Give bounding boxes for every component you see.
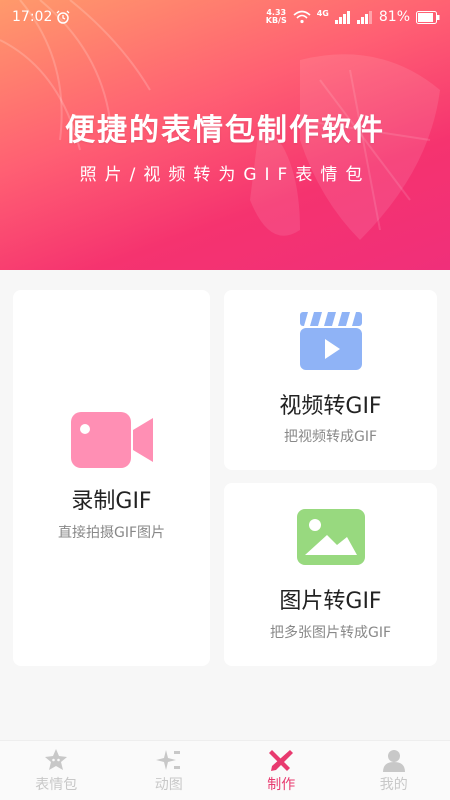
network-speed: 4.33 KB/S — [265, 8, 287, 25]
battery-icon — [416, 10, 440, 24]
video-to-gif-card[interactable]: 视频转GIF 把视频转成GIF — [224, 290, 437, 470]
tab-mine[interactable]: 我的 — [338, 741, 450, 800]
tab-make-label: 制作 — [267, 776, 296, 793]
tab-stickers[interactable]: 表情包 — [0, 741, 113, 800]
image-icon — [296, 509, 365, 565]
battery-percent: 81% — [378, 9, 410, 25]
tab-mine-label: 我的 — [379, 776, 408, 793]
image-to-gif-desc: 把多张图片转成GIF — [269, 625, 392, 641]
video-clapper-icon — [299, 312, 362, 370]
video-to-gif-desc: 把视频转成GIF — [283, 429, 378, 445]
tab-stickers-label: 表情包 — [35, 776, 78, 793]
record-gif-card[interactable]: 录制GIF 直接拍摄GIF图片 — [13, 290, 210, 666]
signal-icon-2 — [356, 10, 372, 24]
image-to-gif-card[interactable]: 图片转GIF 把多张图片转成GIF — [224, 483, 437, 666]
tab-animated-label: 动图 — [154, 776, 183, 793]
sparkle-icon — [155, 749, 180, 770]
user-icon — [382, 749, 405, 772]
record-gif-desc: 直接拍摄GIF图片 — [57, 525, 166, 541]
signal-icon — [334, 10, 350, 24]
video-camera-icon — [70, 412, 153, 468]
video-to-gif-title: 视频转GIF — [279, 394, 382, 419]
hero-subtitle: 照片/视频转为GIF表情包 — [79, 165, 371, 185]
record-gif-title: 录制GIF — [71, 489, 152, 514]
tab-animated[interactable]: 动图 — [113, 741, 226, 800]
status-bar: 17:02 4.33 KB/S 4G 81% — [0, 0, 450, 34]
hero-title: 便捷的表情包制作软件 — [65, 113, 385, 148]
tab-make[interactable]: 制作 — [225, 741, 338, 800]
hero-banner: 17:02 4.33 KB/S 4G 81% 便捷的表情包制作软件 照片/视频转… — [0, 0, 450, 270]
bottom-tab-bar: 表情包 动图 制作 我的 — [0, 740, 450, 800]
alarm-icon — [56, 10, 70, 24]
network-type-label: 4G — [316, 9, 329, 18]
tools-cross-icon — [269, 749, 294, 771]
sticker-face-icon — [45, 748, 68, 770]
image-to-gif-title: 图片转GIF — [279, 589, 382, 614]
wifi-icon — [293, 10, 311, 24]
status-time: 17:02 — [12, 9, 53, 25]
